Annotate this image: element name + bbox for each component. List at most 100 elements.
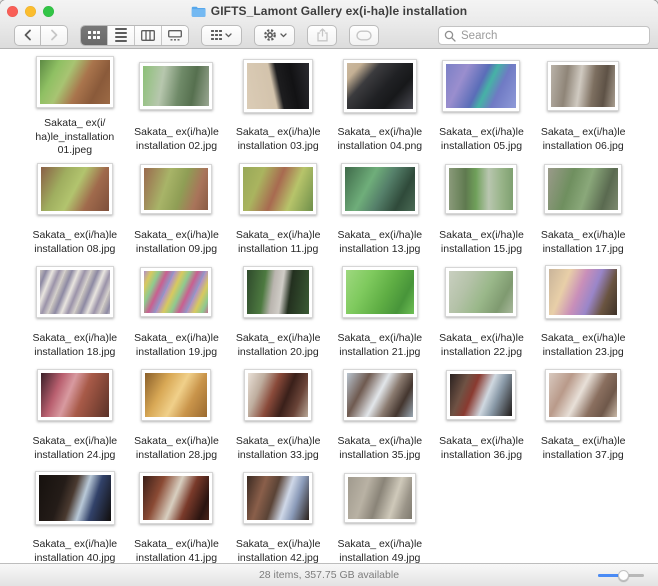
file-name[interactable]: Sakata_ ex(i/ha)leinstallation 20.jpg	[236, 332, 321, 359]
file-name[interactable]: Sakata_ ex(i/ha)leinstallation 36.jpg	[439, 435, 524, 462]
file-item[interactable]: Sakata_ ex(i/ha)leinstallation 40.jpg	[24, 467, 126, 565]
list-view-button[interactable]	[107, 26, 134, 45]
forward-button[interactable]	[41, 25, 68, 46]
file-thumbnail[interactable]	[445, 164, 517, 214]
file-thumbnail[interactable]	[343, 369, 417, 421]
icon-size-slider[interactable]	[598, 569, 644, 581]
coverflow-view-button[interactable]	[161, 26, 188, 45]
file-thumbnail[interactable]	[36, 266, 114, 318]
file-item[interactable]: Sakata_ ex(i/ha)leinstallation 15.jpg	[431, 158, 533, 261]
file-thumbnail[interactable]	[442, 60, 520, 112]
back-button[interactable]	[14, 25, 41, 46]
tags-button[interactable]	[349, 25, 379, 46]
file-thumbnail[interactable]	[36, 56, 114, 108]
close-button[interactable]	[7, 6, 18, 17]
file-item[interactable]: Sakata_ ex(i/ha)leinstallation 21.jpg	[329, 261, 431, 364]
file-name[interactable]: Sakata_ ex(i/ha)leinstallation 49.jpg	[338, 538, 423, 565]
file-thumbnail[interactable]	[139, 62, 213, 110]
file-thumbnail[interactable]	[141, 369, 211, 421]
file-name[interactable]: Sakata_ ex(i/ha)leinstallation 11.jpg	[236, 229, 321, 256]
file-thumbnail[interactable]	[342, 266, 418, 318]
file-item[interactable]: Sakata_ ex(i/ha)leinstallation 33.jpg	[227, 364, 329, 467]
file-item[interactable]: Sakata_ ex(i/ha)leinstallation 08.jpg	[24, 158, 126, 261]
file-item[interactable]: Sakata_ ex(i/ha)leinstallation 22.jpg	[431, 261, 533, 364]
file-item[interactable]: Sakata_ ex(i/ha)leinstallation 05.jpg	[431, 55, 533, 158]
minimize-button[interactable]	[25, 6, 36, 17]
file-name[interactable]: Sakata_ ex(i/ha)leinstallation 23.jpg	[541, 332, 626, 359]
file-item[interactable]: Sakata_ ex(i/ha)leinstallation 03.jpg	[227, 55, 329, 158]
file-name[interactable]: Sakata_ ex(i/ha)leinstallation 03.jpg	[236, 126, 321, 153]
share-button[interactable]	[307, 25, 337, 46]
file-name[interactable]: Sakata_ ex(i/ha)leinstallation 04.png	[337, 126, 422, 153]
file-name[interactable]: Sakata_ ex(i/ha)leinstallation 21.jpg	[338, 332, 423, 359]
file-name[interactable]: Sakata_ ex(i/ha)leinstallation 09.jpg	[134, 229, 219, 256]
actions-button[interactable]	[254, 25, 295, 46]
file-name[interactable]: Sakata_ ex(i/ha)leinstallation 17.jpg	[541, 229, 626, 256]
file-name[interactable]: Sakata_ ex(i/ha)leinstallation 18.jpg	[33, 332, 118, 359]
file-thumbnail[interactable]	[344, 473, 416, 523]
file-name[interactable]: Sakata_ ex(i/ha)leinstallation 37.jpg	[541, 435, 626, 462]
column-view-button[interactable]	[134, 26, 161, 45]
file-name[interactable]: Sakata_ ex(i/ha)leinstallation 33.jpg	[236, 435, 321, 462]
file-name[interactable]: Sakata_ ex(i/ha)leinstallation 35.jpg	[338, 435, 423, 462]
file-name[interactable]: Sakata_ ex(i/ha)leinstallation 22.jpg	[439, 332, 524, 359]
file-thumbnail[interactable]	[545, 265, 621, 319]
file-item[interactable]: Sakata_ ex(i/ha)leinstallation 49.jpg	[329, 467, 431, 565]
file-thumbnail[interactable]	[244, 369, 312, 421]
file-name[interactable]: Sakata_ ex(i/ha)leinstallation 24.jpg	[33, 435, 118, 462]
file-thumbnail[interactable]	[445, 267, 517, 317]
slider-thumb[interactable]	[618, 570, 629, 581]
file-item[interactable]: Sakata_ ex(i/ha)le_installation 01.jpeg	[24, 55, 126, 158]
title-bar[interactable]: GIFTS_Lamont Gallery ex(i-ha)le installa…	[0, 0, 658, 22]
file-thumbnail[interactable]	[140, 164, 212, 214]
file-item[interactable]: Sakata_ ex(i/ha)leinstallation 36.jpg	[431, 364, 533, 467]
file-name[interactable]: Sakata_ ex(i/ha)leinstallation 41.jpg	[134, 538, 219, 565]
file-name[interactable]: Sakata_ ex(i/ha)leinstallation 19.jpg	[134, 332, 219, 359]
zoom-button[interactable]	[43, 6, 54, 17]
icon-view-button[interactable]	[81, 26, 107, 45]
file-item[interactable]: Sakata_ ex(i/ha)leinstallation 17.jpg	[532, 158, 634, 261]
file-thumbnail[interactable]	[35, 471, 115, 525]
file-item[interactable]: Sakata_ ex(i/ha)leinstallation 11.jpg	[227, 158, 329, 261]
search-input[interactable]	[438, 26, 650, 45]
file-item[interactable]: Sakata_ ex(i/ha)leinstallation 20.jpg	[227, 261, 329, 364]
file-item[interactable]: Sakata_ ex(i/ha)leinstallation 02.jpg	[126, 55, 228, 158]
file-thumbnail[interactable]	[343, 59, 417, 113]
file-name[interactable]: Sakata_ ex(i/ha)leinstallation 28.jpg	[134, 435, 219, 462]
file-item[interactable]: Sakata_ ex(i/ha)leinstallation 41.jpg	[126, 467, 228, 565]
file-name[interactable]: Sakata_ ex(i/ha)leinstallation 06.jpg	[541, 126, 626, 153]
file-thumbnail[interactable]	[243, 472, 313, 524]
file-thumbnail[interactable]	[140, 267, 212, 317]
file-name[interactable]: Sakata_ ex(i/ha)leinstallation 40.jpg	[33, 538, 118, 565]
file-name[interactable]: Sakata_ ex(i/ha)leinstallation 15.jpg	[439, 229, 524, 256]
file-item[interactable]: Sakata_ ex(i/ha)leinstallation 18.jpg	[24, 261, 126, 364]
group-by-button[interactable]	[201, 25, 242, 46]
file-thumbnail[interactable]	[239, 163, 317, 215]
file-item[interactable]: Sakata_ ex(i/ha)leinstallation 28.jpg	[126, 364, 228, 467]
file-item[interactable]: Sakata_ ex(i/ha)leinstallation 19.jpg	[126, 261, 228, 364]
file-thumbnail[interactable]	[446, 370, 516, 420]
file-thumbnail[interactable]	[37, 163, 113, 215]
file-item[interactable]: Sakata_ ex(i/ha)leinstallation 37.jpg	[532, 364, 634, 467]
file-thumbnail[interactable]	[341, 163, 419, 215]
file-thumbnail[interactable]	[139, 472, 213, 524]
file-thumbnail[interactable]	[37, 369, 113, 421]
file-thumbnail[interactable]	[545, 369, 621, 421]
file-name[interactable]: Sakata_ ex(i/ha)leinstallation 02.jpg	[134, 126, 219, 153]
file-item[interactable]: Sakata_ ex(i/ha)leinstallation 09.jpg	[126, 158, 228, 261]
file-thumbnail[interactable]	[547, 61, 619, 111]
file-name[interactable]: Sakata_ ex(i/ha)leinstallation 42.jpg	[236, 538, 321, 565]
file-browser-content[interactable]: Sakata_ ex(i/ha)le_installation 01.jpeg S…	[0, 49, 658, 565]
file-thumbnail[interactable]	[544, 164, 622, 214]
file-thumbnail[interactable]	[243, 266, 313, 318]
file-name[interactable]: Sakata_ ex(i/ha)leinstallation 05.jpg	[439, 126, 524, 153]
file-item[interactable]: Sakata_ ex(i/ha)leinstallation 35.jpg	[329, 364, 431, 467]
file-item[interactable]: Sakata_ ex(i/ha)leinstallation 06.jpg	[532, 55, 634, 158]
file-item[interactable]: Sakata_ ex(i/ha)leinstallation 13.jpg	[329, 158, 431, 261]
file-item[interactable]: Sakata_ ex(i/ha)leinstallation 24.jpg	[24, 364, 126, 467]
file-name[interactable]: Sakata_ ex(i/ha)leinstallation 13.jpg	[338, 229, 423, 256]
file-name[interactable]: Sakata_ ex(i/ha)le_installation 01.jpeg	[25, 117, 125, 158]
file-item[interactable]: Sakata_ ex(i/ha)leinstallation 42.jpg	[227, 467, 329, 565]
file-thumbnail[interactable]	[243, 59, 313, 113]
file-name[interactable]: Sakata_ ex(i/ha)leinstallation 08.jpg	[33, 229, 118, 256]
